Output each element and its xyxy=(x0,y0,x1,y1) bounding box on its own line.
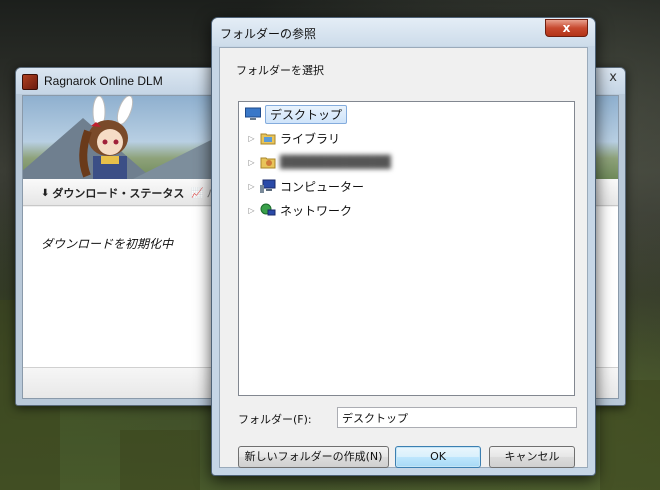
tree-item-library[interactable]: ▷ ライブラリ xyxy=(247,128,340,148)
close-icon: x xyxy=(562,21,571,35)
dialog-title: フォルダーの参照 xyxy=(220,27,317,41)
computer-icon xyxy=(260,179,276,193)
expand-arrow-icon[interactable]: ▷ xyxy=(247,158,256,167)
folder-field-label: フォルダー(F): xyxy=(238,413,312,426)
arrow-down-icon: ⬇ xyxy=(41,187,50,199)
ok-button[interactable]: OK xyxy=(395,446,481,468)
close-button[interactable]: x xyxy=(545,19,588,37)
character-mascot-icon xyxy=(79,96,134,179)
dialog-body: フォルダーを選択 デスクトップ ▷ ライブラリ ▷ ████████████ ▷… xyxy=(219,47,588,468)
network-icon xyxy=(260,203,276,217)
close-icon[interactable]: x xyxy=(609,70,617,85)
tree-item-user[interactable]: ▷ ████████████ xyxy=(247,152,391,172)
tree-item-label: コンピューター xyxy=(280,179,365,194)
user-folder-icon xyxy=(260,155,276,169)
desktop-icon xyxy=(245,107,261,121)
tab-download-status[interactable]: ⬇ ダウンロード・ステータス xyxy=(41,185,184,201)
expand-arrow-icon[interactable]: ▷ xyxy=(247,182,256,191)
status-message: ダウンロードを初期化中 xyxy=(41,237,174,251)
window-title: Ragnarok Online DLM xyxy=(44,74,163,88)
dialog-title-bar[interactable]: フォルダーの参照 x xyxy=(212,18,595,46)
folder-input[interactable] xyxy=(337,407,577,428)
expand-arrow-icon[interactable]: ▷ xyxy=(247,134,256,143)
expand-arrow-icon[interactable]: ▷ xyxy=(247,206,256,215)
tree-item-label: ライブラリ xyxy=(280,131,341,146)
browse-folder-dialog[interactable]: フォルダーの参照 x フォルダーを選択 デスクトップ ▷ ライブラリ ▷ ███… xyxy=(211,17,596,476)
folder-tree[interactable]: デスクトップ ▷ ライブラリ ▷ ████████████ ▷ コンピューター … xyxy=(238,101,575,396)
tree-item-label: ネットワーク xyxy=(280,203,353,218)
tree-item-network[interactable]: ▷ ネットワーク xyxy=(247,200,352,220)
cancel-button[interactable]: キャンセル xyxy=(489,446,575,468)
tree-item-label: デスクトップ xyxy=(265,104,348,124)
library-folder-icon xyxy=(260,131,276,145)
tree-item-desktop[interactable]: デスクトップ xyxy=(245,104,348,124)
background-terrain xyxy=(120,430,200,490)
tree-item-label: ████████████ xyxy=(280,155,391,169)
tree-item-computer[interactable]: ▷ コンピューター xyxy=(247,176,364,196)
chart-icon: 📈 xyxy=(191,187,204,199)
instruction-text: フォルダーを選択 xyxy=(236,64,324,77)
new-folder-button[interactable]: 新しいフォルダーの作成(N) xyxy=(238,446,389,468)
tab-label: ダウンロード・ステータス xyxy=(52,187,185,200)
app-icon xyxy=(22,74,38,90)
